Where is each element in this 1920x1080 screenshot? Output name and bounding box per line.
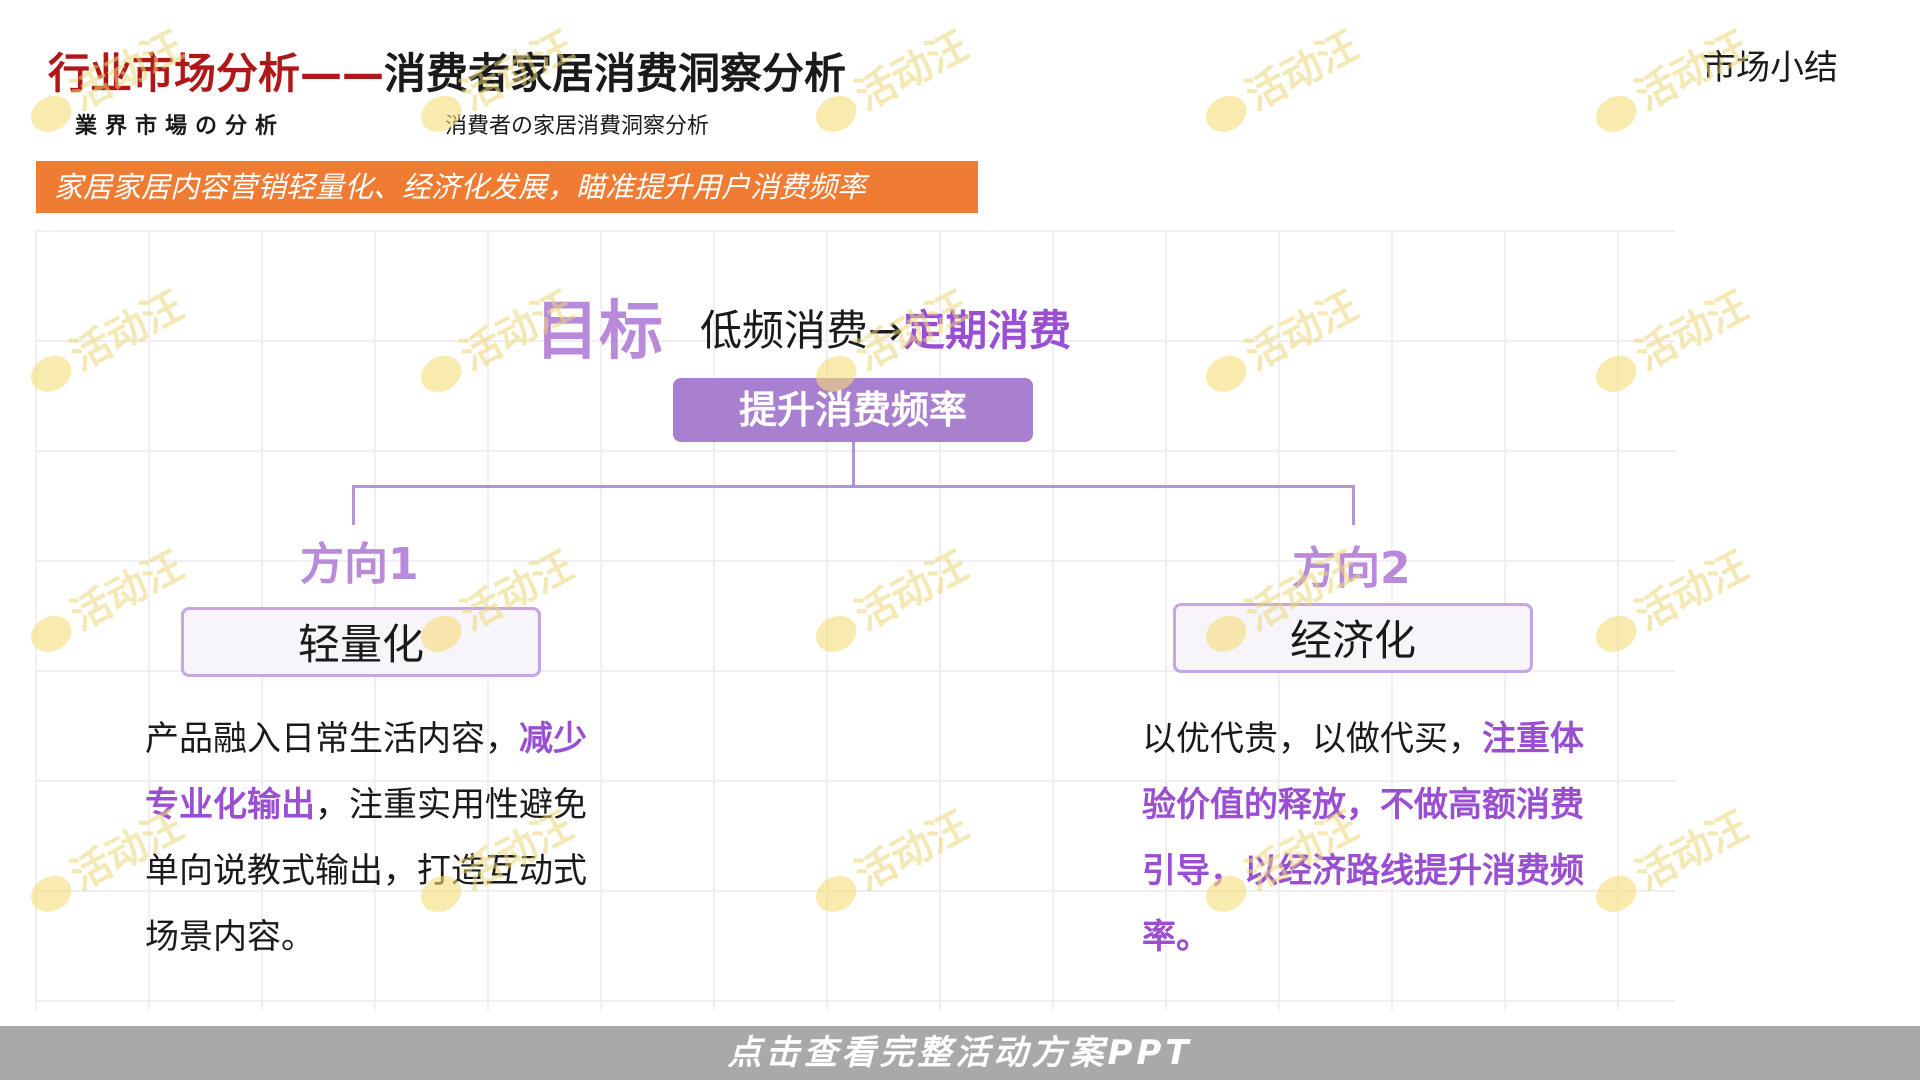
japanese-subtitle-left: 業界市場の分析 <box>75 114 286 139</box>
japanese-subtitle-right: 消費者の家居消費洞察分析 <box>445 114 710 139</box>
goal-heading: 目标 <box>535 295 663 369</box>
connector-right-drop <box>1352 485 1355 525</box>
summary-banner: 家居家居内容营销轻量化、经济化发展，瞄准提升用户消费频率 <box>36 161 978 213</box>
page-title: 行业市场分析——消费者家居消费洞察分析 <box>48 49 847 98</box>
direction-1-box: 轻量化 <box>181 607 541 677</box>
connector-left-drop <box>352 485 355 525</box>
direction-1-text: 产品融入日常生活内容，减少专业化输出，注重实用性避免单向说教式输出，打造互动式场… <box>145 719 587 957</box>
goal-center-box: 提升消费频率 <box>673 378 1033 442</box>
view-full-plan-link[interactable]: 点击查看完整活动方案PPT <box>0 1026 1920 1080</box>
watermark-logo: 活动汪 <box>1191 14 1367 144</box>
direction-2-box: 经济化 <box>1173 603 1533 673</box>
section-label: 市场小结 <box>1702 48 1838 88</box>
connector-vertical <box>852 442 855 487</box>
direction-1-label: 方向1 <box>300 539 419 590</box>
connector-horizontal <box>352 485 1355 488</box>
goal-description: 低频消费→定期消费 <box>700 306 1072 355</box>
direction-2-text: 以优代贵，以做代买，注重体验价值的释放，不做高额消费引导，以经济路线提升消费频率… <box>1142 719 1584 957</box>
direction-2-label: 方向2 <box>1292 543 1411 594</box>
